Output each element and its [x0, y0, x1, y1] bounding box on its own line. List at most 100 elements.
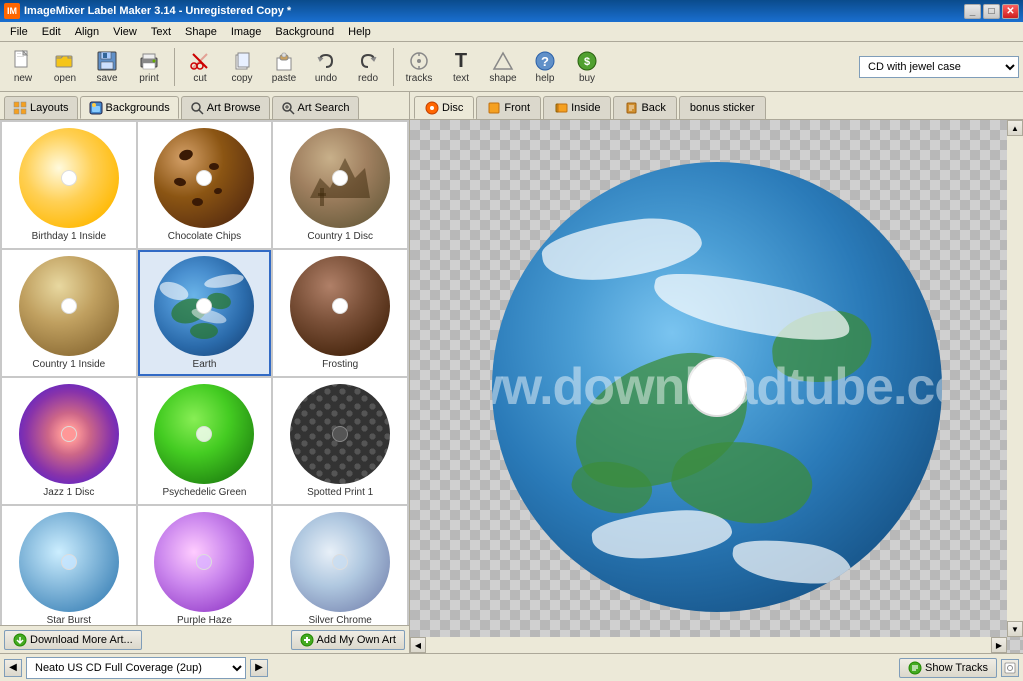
settings-button[interactable]: [1001, 659, 1019, 677]
art-browse-tab-label: Art Browse: [207, 102, 261, 114]
thumbnail-country1disc[interactable]: Country 1 Disc: [273, 122, 407, 248]
thumbnail-frosting[interactable]: Frosting: [273, 250, 407, 376]
inside-tab-icon: [554, 101, 568, 115]
cut-button[interactable]: cut: [181, 46, 219, 87]
copy-icon: [230, 49, 254, 73]
thumb-hole: [196, 554, 212, 570]
scroll-left-arrow[interactable]: ◀: [410, 637, 426, 653]
thumb-hole: [332, 426, 348, 442]
open-button[interactable]: open: [46, 46, 84, 87]
thumbnail-country-inside[interactable]: Country 1 Inside: [2, 250, 136, 376]
copy-button[interactable]: copy: [223, 46, 261, 87]
art-search-tab-label: Art Search: [298, 102, 350, 114]
vertical-scrollbar[interactable]: ▲ ▼: [1007, 120, 1023, 637]
scroll-up-arrow[interactable]: ▲: [1007, 120, 1023, 136]
help-button[interactable]: ? help: [526, 46, 564, 87]
scroll-down-arrow[interactable]: ▼: [1007, 621, 1023, 637]
download-art-button[interactable]: Download More Art...: [4, 630, 142, 650]
tab-layouts[interactable]: Layouts: [4, 96, 78, 119]
menu-file[interactable]: File: [4, 25, 34, 39]
tab-art-search[interactable]: Art Search: [272, 96, 359, 119]
new-button[interactable]: new: [4, 46, 42, 87]
text-button[interactable]: T text: [442, 46, 480, 87]
menu-background[interactable]: Background: [269, 25, 340, 39]
front-tab-label: Front: [504, 102, 530, 114]
thumb-hole: [332, 298, 348, 314]
titlebar-buttons[interactable]: _ □ ✕: [964, 4, 1019, 19]
menu-text[interactable]: Text: [145, 25, 177, 39]
panel-tabs: Layouts Backgrounds Art Browse Art Searc…: [0, 92, 409, 120]
add-art-button[interactable]: Add My Own Art: [291, 630, 405, 650]
thumb-hole: [61, 554, 77, 570]
thumbnail-extra2[interactable]: Purple Haze: [138, 506, 272, 625]
template-select[interactable]: CD with jewel case: [859, 56, 1019, 78]
tab-backgrounds[interactable]: Backgrounds: [80, 96, 179, 119]
text-icon: T: [449, 49, 473, 73]
thumbnail-earth[interactable]: Earth: [138, 250, 272, 376]
save-button[interactable]: save: [88, 46, 126, 87]
thumb-label-extra3: Silver Chrome: [308, 615, 371, 625]
buy-button[interactable]: $ buy: [568, 46, 606, 87]
thumbnail-birthday1[interactable]: Birthday 1 Inside: [2, 122, 136, 248]
show-tracks-button[interactable]: Show Tracks: [899, 658, 997, 678]
thumb-circle-extra2: [154, 512, 254, 612]
thumbnail-grid-wrapper: Birthday 1 Inside Chocolate Chips: [0, 120, 409, 625]
paste-label: paste: [272, 73, 296, 84]
menu-help[interactable]: Help: [342, 25, 377, 39]
next-layout-button[interactable]: ▶: [250, 659, 268, 677]
panel-bottom: Download More Art... Add My Own Art: [0, 625, 409, 653]
print-label: print: [139, 73, 158, 84]
menu-shape[interactable]: Shape: [179, 25, 223, 39]
help-icon: ?: [533, 49, 557, 73]
menu-edit[interactable]: Edit: [36, 25, 67, 39]
open-label: open: [54, 73, 76, 84]
right-panel: Disc Front Inside Back bonus sticker ▲: [410, 92, 1023, 653]
paste-button[interactable]: paste: [265, 46, 303, 87]
thumb-label-extra2: Purple Haze: [177, 615, 232, 625]
thumbnail-extra3[interactable]: Silver Chrome: [273, 506, 407, 625]
tab-back[interactable]: Back: [613, 96, 676, 119]
thumb-circle-psychedelic: [154, 384, 254, 484]
tab-bonus[interactable]: bonus sticker: [679, 96, 766, 119]
tracks-button[interactable]: tracks: [400, 46, 438, 87]
thumb-circle-country-inside: [19, 256, 119, 356]
menu-align[interactable]: Align: [69, 25, 105, 39]
thumb-label-chocolate: Chocolate Chips: [168, 231, 241, 242]
print-button[interactable]: print: [130, 46, 168, 87]
tab-art-browse[interactable]: Art Browse: [181, 96, 270, 119]
thumb-hole: [61, 170, 77, 186]
layout-select[interactable]: Neato US CD Full Coverage (2up): [26, 657, 246, 679]
thumb-label-country1disc: Country 1 Disc: [307, 231, 373, 242]
titlebar-left: IM ImageMixer Label Maker 3.14 - Unregis…: [4, 3, 291, 19]
art-search-icon: [281, 101, 295, 115]
menu-view[interactable]: View: [107, 25, 143, 39]
tracks-label: tracks: [406, 73, 433, 84]
prev-layout-button[interactable]: ◀: [4, 659, 22, 677]
thumbnail-chocolate[interactable]: Chocolate Chips: [138, 122, 272, 248]
status-right: Show Tracks: [899, 658, 1019, 678]
tab-front[interactable]: Front: [476, 96, 541, 119]
thumb-label-spotted: Spotted Print 1: [307, 487, 373, 498]
new-icon: [11, 49, 35, 73]
art-browse-icon: [190, 101, 204, 115]
back-tab-label: Back: [641, 102, 665, 114]
thumbnail-extra1[interactable]: Star Burst: [2, 506, 136, 625]
redo-button[interactable]: redo: [349, 46, 387, 87]
shape-button[interactable]: shape: [484, 46, 522, 87]
maximize-button[interactable]: □: [983, 4, 1000, 19]
cut-icon: [188, 49, 212, 73]
minimize-button[interactable]: _: [964, 4, 981, 19]
thumbnail-jazz[interactable]: Jazz 1 Disc: [2, 378, 136, 504]
horizontal-scrollbar[interactable]: ◀ ▶: [410, 637, 1007, 653]
close-button[interactable]: ✕: [1002, 4, 1019, 19]
tab-disc[interactable]: Disc: [414, 96, 474, 119]
undo-button[interactable]: undo: [307, 46, 345, 87]
scroll-right-arrow[interactable]: ▶: [991, 637, 1007, 653]
thumbnail-psychedelic[interactable]: Psychedelic Green: [138, 378, 272, 504]
toolbar: new open save print cut copy paste: [0, 42, 1023, 92]
thumbnail-spotted[interactable]: Spotted Print 1: [273, 378, 407, 504]
menu-image[interactable]: Image: [225, 25, 268, 39]
thumb-circle-jazz: [19, 384, 119, 484]
svg-text:?: ?: [541, 54, 549, 69]
tab-inside[interactable]: Inside: [543, 96, 611, 119]
